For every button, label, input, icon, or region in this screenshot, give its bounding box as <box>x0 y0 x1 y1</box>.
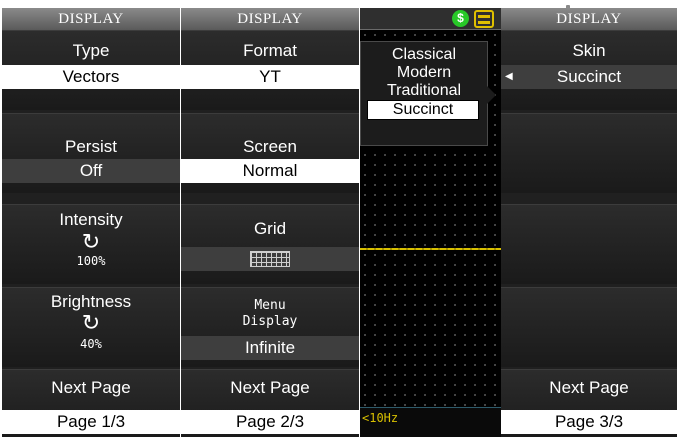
format-softkey[interactable]: Format YT <box>181 30 359 110</box>
screen-softkey[interactable]: Screen Normal <box>181 113 359 193</box>
intensity-label: Intensity <box>59 210 123 229</box>
display-menu-page-2: DISPLAY Format YT Screen Normal Grid Men… <box>181 8 359 437</box>
menu-display-softkey[interactable]: Menu Display Infinite <box>181 287 359 367</box>
persist-value: Off <box>2 159 180 183</box>
brightness-softkey[interactable]: Brightness ↻ 40% <box>2 287 180 367</box>
next-page-label: Next Page <box>230 378 310 397</box>
marker-tick <box>566 5 570 9</box>
skin-value: ◀ Succinct <box>501 65 677 89</box>
rotate-knob-icon: ↻ <box>81 310 101 335</box>
screen-value: Normal <box>181 159 359 183</box>
skin-option-modern[interactable]: Modern <box>361 64 487 82</box>
next-page-softkey[interactable]: Next Page Page 1/3 <box>2 369 180 437</box>
skin-value-text: Succinct <box>556 67 622 86</box>
brightness-value: 40% <box>80 337 102 351</box>
grid-icon <box>250 251 290 267</box>
frequency-readout: <10Hz <box>362 411 399 425</box>
page-indicator: Page 2/3 <box>181 410 359 434</box>
popup-pointer <box>486 85 496 105</box>
brightness-label: Brightness <box>50 292 132 311</box>
menu-display-label-line2: Display <box>242 314 298 329</box>
next-page-softkey[interactable]: Next Page Page 2/3 <box>181 369 359 437</box>
grid-label: Grid <box>253 219 287 238</box>
next-page-label: Next Page <box>51 378 131 397</box>
empty-softkey <box>501 204 677 284</box>
printer-icon <box>474 10 494 28</box>
channel-trace <box>360 248 501 250</box>
skin-option-classical[interactable]: Classical <box>361 46 487 64</box>
format-value: YT <box>181 65 359 89</box>
next-page-softkey[interactable]: Next Page Page 3/3 <box>501 369 677 437</box>
type-label: Type <box>72 41 110 60</box>
menu-display-value: Infinite <box>181 336 359 360</box>
page-indicator: Page 1/3 <box>2 410 180 434</box>
grid-value <box>181 247 359 271</box>
type-value: Vectors <box>2 65 180 89</box>
persist-label: Persist <box>65 137 117 156</box>
left-arrow-icon: ◀ <box>505 71 513 82</box>
screen-label: Screen <box>243 137 297 156</box>
dollar-icon: $ <box>452 10 469 27</box>
format-label: Format <box>243 41 297 60</box>
skin-option-traditional[interactable]: Traditional <box>361 82 487 100</box>
display-menu-page-1: DISPLAY Type Vectors Persist Off Intensi… <box>2 8 180 437</box>
skin-softkey[interactable]: Skin ◀ Succinct <box>501 30 677 110</box>
intensity-softkey[interactable]: Intensity ↻ 100% <box>2 204 180 284</box>
next-page-label: Next Page <box>549 378 629 397</box>
skin-option-succinct[interactable]: Succinct <box>367 100 479 120</box>
frequency-bar: <10Hz <box>360 407 501 437</box>
grid-softkey[interactable]: Grid <box>181 204 359 284</box>
skin-popup-menu: Classical Modern Traditional Succinct <box>360 41 488 146</box>
menu-display-label-line1: Menu <box>254 298 286 313</box>
type-softkey[interactable]: Type Vectors <box>2 30 180 110</box>
empty-softkey <box>501 113 677 193</box>
skin-label: Skin <box>572 41 606 60</box>
persist-softkey[interactable]: Persist Off <box>2 113 180 193</box>
display-menu-page-3: DISPLAY Skin ◀ Succinct Next Page Page 3… <box>501 8 677 437</box>
rotate-knob-icon: ↻ <box>81 229 101 254</box>
empty-softkey <box>501 287 677 367</box>
intensity-value: 100% <box>76 254 106 268</box>
page-indicator: Page 3/3 <box>501 410 677 434</box>
menu-header: DISPLAY <box>501 8 677 30</box>
menu-header: DISPLAY <box>181 8 359 30</box>
menu-header: DISPLAY <box>2 8 180 30</box>
